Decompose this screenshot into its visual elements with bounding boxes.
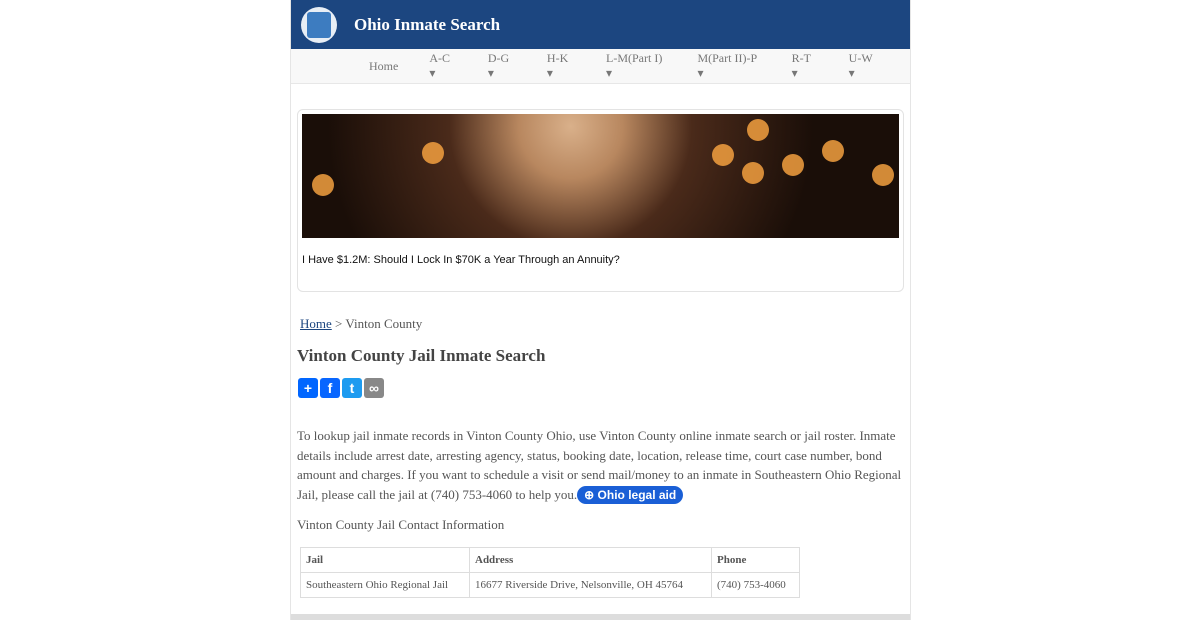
breadcrumb-current: Vinton County [345, 316, 423, 331]
bottom-bar [291, 614, 910, 620]
page-title: Vinton County Jail Inmate Search [297, 346, 546, 365]
page: Ohio Inmate Search Home A-C ▾ D-G ▾ H-K … [290, 0, 911, 620]
table-row: Southeastern Ohio Regional Jail 16677 Riv… [300, 571, 800, 598]
nav-l-m[interactable]: L-M(Part I) ▾ [606, 51, 666, 81]
nav-home[interactable]: Home [369, 59, 398, 74]
cell-jail: Southeastern Ohio Regional Jail [300, 571, 470, 598]
nav-h-k[interactable]: H-K ▾ [547, 51, 575, 81]
contact-table: Jail Address Phone Southeastern Ohio Regio… [300, 546, 800, 598]
ad-image[interactable] [302, 114, 899, 238]
nav-u-w[interactable]: U-W ▾ [849, 51, 879, 81]
cell-address: 16677 Riverside Drive, Nelsonville, OH 4… [469, 571, 712, 598]
ad-card[interactable]: I Have $1.2M: Should I Lock In $70K a Ye… [297, 109, 904, 292]
copy-link-icon[interactable]: ∞ [364, 378, 384, 398]
share-plus-icon[interactable]: + [298, 378, 318, 398]
site-header: Ohio Inmate Search [291, 0, 910, 49]
breadcrumb-separator: > [331, 316, 346, 331]
intro-text: To lookup jail inmate records in Vinton … [297, 426, 904, 505]
site-title[interactable]: Ohio Inmate Search [354, 15, 500, 35]
ohio-logo[interactable] [301, 6, 337, 43]
nav-d-g[interactable]: D-G ▾ [488, 51, 516, 81]
ad-caption[interactable]: I Have $1.2M: Should I Lock In $70K a Ye… [302, 254, 899, 266]
facebook-icon[interactable]: f [320, 378, 340, 398]
header-address: Address [469, 546, 712, 573]
breadcrumb-home[interactable]: Home [300, 316, 332, 331]
cell-phone: (740) 753-4060 [711, 571, 800, 598]
ohio-legal-aid-button[interactable]: ⊕ Ohio legal aid [577, 485, 684, 504]
share-buttons: + f t ∞ [298, 378, 910, 398]
header-phone: Phone [711, 546, 800, 573]
nav-bar: Home A-C ▾ D-G ▾ H-K ▾ L-M(Part I) ▾ M(P… [291, 49, 910, 84]
twitter-icon[interactable]: t [342, 378, 362, 398]
nav-a-c[interactable]: A-C ▾ [429, 51, 456, 81]
table-header-row: Jail Address Phone [300, 546, 800, 573]
breadcrumb: Home > Vinton County [300, 316, 910, 332]
nav-m-p[interactable]: M(Part II)-P ▾ [697, 51, 760, 81]
header-jail: Jail [300, 546, 470, 573]
nav-r-t[interactable]: R-T ▾ [792, 51, 818, 81]
contact-heading: Vinton County Jail Contact Information [297, 517, 505, 532]
